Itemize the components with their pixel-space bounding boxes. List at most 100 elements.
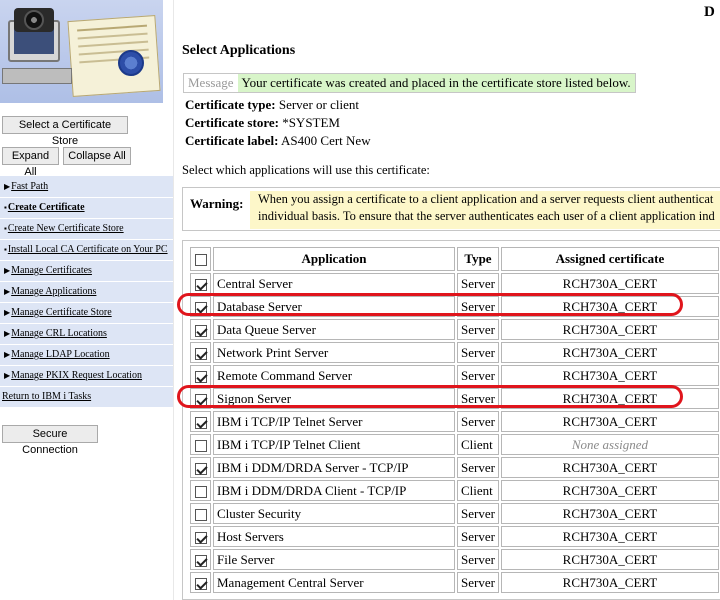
return-to-tasks-label[interactable]: Return to IBM i Tasks bbox=[2, 391, 91, 402]
sidebar-item-label[interactable]: Install Local CA Certificate on Your PC bbox=[8, 244, 168, 255]
application-name-cell: IBM i TCP/IP Telnet Client bbox=[213, 434, 455, 455]
application-type-cell: Server bbox=[457, 572, 499, 593]
application-checkbox[interactable] bbox=[194, 301, 207, 314]
assigned-certificate-cell: RCH730A_CERT bbox=[500, 572, 719, 593]
application-checkbox[interactable] bbox=[194, 508, 207, 521]
table-row: File Server Server RCH730A_CERT bbox=[190, 549, 719, 570]
certificate-type-label: Certificate type: bbox=[185, 97, 276, 112]
application-checkbox[interactable] bbox=[194, 416, 207, 429]
applications-table-container: Application Type Assigned certificate Ce… bbox=[182, 240, 720, 600]
application-checkbox[interactable] bbox=[194, 485, 207, 498]
sidebar-item-create-certificate[interactable]: ▪Create Certificate bbox=[0, 198, 173, 219]
certificate-document-image bbox=[67, 15, 161, 97]
sidebar-item-manage-certificates[interactable]: ▶Manage Certificates bbox=[0, 261, 173, 282]
application-checkbox[interactable] bbox=[194, 439, 207, 452]
sidebar-item-manage-crl-locations[interactable]: ▶Manage CRL Locations bbox=[0, 324, 173, 345]
bullet-icon: ▪ bbox=[4, 245, 7, 254]
select-certificate-store-button[interactable]: Select a Certificate Store bbox=[2, 116, 128, 147]
return-to-tasks-link[interactable]: Return to IBM i Tasks bbox=[0, 387, 173, 408]
assigned-certificate-cell: RCH730A_CERT bbox=[500, 457, 719, 478]
sidebar-item-manage-ldap-location[interactable]: ▶Manage LDAP Location bbox=[0, 345, 173, 366]
certificate-type-line: Certificate type: Server or client bbox=[185, 97, 359, 113]
assigned-certificate-cell: RCH730A_CERT bbox=[500, 480, 719, 501]
camera-lens-icon bbox=[24, 10, 44, 30]
sidebar-item-install-local-ca-certificate-on-your-pc[interactable]: ▪Install Local CA Certificate on Your PC bbox=[0, 240, 173, 261]
sidebar-item-label[interactable]: Create New Certificate Store bbox=[8, 223, 124, 234]
select-all-cell bbox=[190, 247, 211, 271]
expand-arrow-icon[interactable]: ▶ bbox=[4, 350, 10, 359]
application-checkbox[interactable] bbox=[194, 554, 207, 567]
certificate-store-line: Certificate store: *SYSTEM bbox=[185, 115, 340, 131]
certificate-label-value: AS400 Cert New bbox=[281, 133, 371, 148]
sidebar-item-manage-applications[interactable]: ▶Manage Applications bbox=[0, 282, 173, 303]
collapse-all-button[interactable]: Collapse All bbox=[63, 147, 131, 165]
assigned-certificate-cell: RCH730A_CERT bbox=[500, 411, 719, 432]
sidebar-item-label[interactable]: Manage PKIX Request Location bbox=[11, 370, 142, 381]
table-row: Host Servers Server RCH730A_CERT bbox=[190, 526, 719, 547]
certificate-store-value: *SYSTEM bbox=[282, 115, 340, 130]
sidebar-item-label[interactable]: Fast Path bbox=[11, 181, 48, 192]
certificate-type-value: Server or client bbox=[278, 97, 359, 112]
sidebar-item-label[interactable]: Manage Applications bbox=[11, 286, 96, 297]
application-type-cell: Server bbox=[457, 273, 499, 294]
message-label: Message bbox=[188, 75, 234, 90]
page-title: Select Applications bbox=[182, 43, 296, 58]
table-row: Data Queue Server Server RCH730A_CERT bbox=[190, 319, 719, 340]
row-checkbox-cell bbox=[190, 457, 211, 478]
expand-arrow-icon[interactable]: ▶ bbox=[4, 308, 10, 317]
sidebar-item-label[interactable]: Manage Certificate Store bbox=[11, 307, 112, 318]
application-type-cell: Client bbox=[457, 480, 499, 501]
expand-arrow-icon[interactable]: ▶ bbox=[4, 266, 10, 275]
row-checkbox-cell bbox=[190, 273, 211, 294]
application-checkbox[interactable] bbox=[194, 370, 207, 383]
application-checkbox[interactable] bbox=[194, 531, 207, 544]
application-type-cell: Server bbox=[457, 342, 499, 363]
sidebar-item-label[interactable]: Manage LDAP Location bbox=[11, 349, 110, 360]
application-checkbox[interactable] bbox=[194, 577, 207, 590]
application-checkbox[interactable] bbox=[194, 347, 207, 360]
sidebar-item-label[interactable]: Manage CRL Locations bbox=[11, 328, 107, 339]
application-name-cell: Central Server bbox=[213, 273, 455, 294]
application-name-cell: Data Queue Server bbox=[213, 319, 455, 340]
assigned-certificate-cell: RCH730A_CERT bbox=[500, 273, 719, 294]
application-name-cell: IBM i DDM/DRDA Client - TCP/IP bbox=[213, 480, 455, 501]
sidebar-item-label[interactable]: Create Certificate bbox=[8, 202, 85, 213]
task-navigation-list: ▶Fast Path ▪Create Certificate ▪Create New… bbox=[0, 176, 173, 408]
table-header-row: Application Type Assigned certificate bbox=[190, 247, 719, 271]
application-type-cell: Server bbox=[457, 503, 499, 524]
table-row: IBM i DDM/DRDA Server - TCP/IP Server RCH7… bbox=[190, 457, 719, 478]
sidebar-item-manage-pkix-request-location[interactable]: ▶Manage PKIX Request Location bbox=[0, 366, 173, 387]
application-checkbox[interactable] bbox=[194, 324, 207, 337]
left-navigation-pane: Select a Certificate Store Expand All Co… bbox=[0, 0, 173, 600]
secure-connection-button[interactable]: Secure Connection bbox=[2, 425, 98, 456]
application-name-cell: Remote Command Server bbox=[213, 365, 455, 386]
select-all-checkbox[interactable] bbox=[194, 254, 207, 267]
expand-arrow-icon[interactable]: ▶ bbox=[4, 182, 10, 191]
sidebar-item-manage-certificate-store[interactable]: ▶Manage Certificate Store bbox=[0, 303, 173, 324]
column-header-type: Type bbox=[457, 247, 499, 271]
assigned-certificate-cell: RCH730A_CERT bbox=[500, 342, 719, 363]
application-name-cell: Signon Server bbox=[213, 388, 455, 409]
application-checkbox[interactable] bbox=[194, 393, 207, 406]
row-checkbox-cell bbox=[190, 296, 211, 317]
expand-all-button[interactable]: Expand All bbox=[2, 147, 59, 178]
row-checkbox-cell bbox=[190, 388, 211, 409]
warning-text-line-2: individual basis. To ensure that the ser… bbox=[258, 209, 715, 223]
application-name-cell: IBM i TCP/IP Telnet Server bbox=[213, 411, 455, 432]
message-box: Message Your certificate was created and… bbox=[183, 73, 636, 93]
expand-arrow-icon[interactable]: ▶ bbox=[4, 329, 10, 338]
application-checkbox[interactable] bbox=[194, 278, 207, 291]
application-type-cell: Server bbox=[457, 388, 499, 409]
applications-table: Application Type Assigned certificate Ce… bbox=[188, 245, 720, 595]
table-row: Cluster Security Server RCH730A_CERT bbox=[190, 503, 719, 524]
sidebar-item-create-new-certificate-store[interactable]: ▪Create New Certificate Store bbox=[0, 219, 173, 240]
application-type-cell: Server bbox=[457, 411, 499, 432]
application-checkbox[interactable] bbox=[194, 462, 207, 475]
row-checkbox-cell bbox=[190, 342, 211, 363]
table-row: Management Central Server Server RCH730A_C… bbox=[190, 572, 719, 593]
table-row: Remote Command Server Server RCH730A_CERT bbox=[190, 365, 719, 386]
sidebar-item-fast-path[interactable]: ▶Fast Path bbox=[0, 177, 173, 198]
sidebar-item-label[interactable]: Manage Certificates bbox=[11, 265, 92, 276]
expand-arrow-icon[interactable]: ▶ bbox=[4, 287, 10, 296]
expand-arrow-icon[interactable]: ▶ bbox=[4, 371, 10, 380]
